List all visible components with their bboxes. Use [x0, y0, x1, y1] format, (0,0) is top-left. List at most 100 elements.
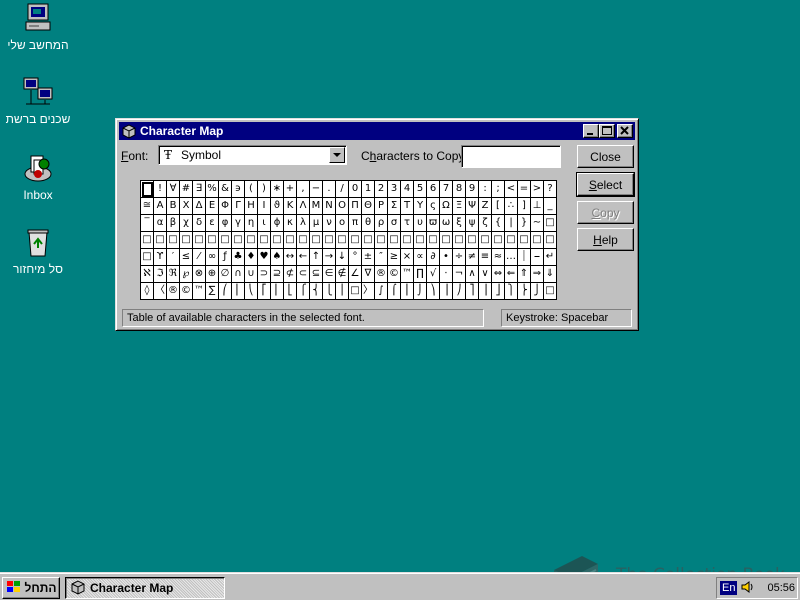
character-cell[interactable]: Ω [440, 198, 453, 215]
character-cell[interactable]: ⁄ [193, 249, 206, 266]
character-cell[interactable]: □ [245, 232, 258, 249]
character-cell[interactable]: □ [336, 232, 349, 249]
character-cell[interactable]: □ [219, 232, 232, 249]
character-cell[interactable]: Ν [323, 198, 336, 215]
character-cell[interactable]: ♠ [271, 249, 284, 266]
character-cell[interactable]: □ [258, 232, 271, 249]
character-cell[interactable]: □ [349, 232, 362, 249]
character-cell[interactable]: ⎪ [336, 283, 349, 300]
character-cell[interactable]: ) [258, 181, 271, 198]
character-cell[interactable]: □ [284, 232, 297, 249]
character-cell[interactable]: φ [219, 215, 232, 232]
character-cell[interactable]: □ [505, 232, 518, 249]
character-cell[interactable]: 6 [427, 181, 440, 198]
character-cell[interactable]: | [505, 215, 518, 232]
character-cell[interactable]: □ [206, 232, 219, 249]
character-cell[interactable]: ♦ [245, 249, 258, 266]
character-cell[interactable]: ↔ [284, 249, 297, 266]
character-cell[interactable]: ∇ [362, 266, 375, 283]
volume-icon[interactable] [741, 580, 755, 597]
character-cell[interactable]: Μ [310, 198, 323, 215]
character-cell[interactable]: □ [141, 232, 154, 249]
character-cell[interactable]: λ [297, 215, 310, 232]
character-cell[interactable]: ≥ [388, 249, 401, 266]
character-cell[interactable]: □ [492, 232, 505, 249]
character-cell[interactable]: Ρ [375, 198, 388, 215]
character-cell[interactable]: ∀ [167, 181, 180, 198]
character-cell[interactable]: ⊃ [258, 266, 271, 283]
character-cell[interactable]: ≠ [466, 249, 479, 266]
character-cell[interactable]: ϑ [271, 198, 284, 215]
character-cell[interactable]: × [401, 249, 414, 266]
character-cell[interactable]: τ [401, 215, 414, 232]
character-cell[interactable]: < [505, 181, 518, 198]
character-cell[interactable]: 9 [466, 181, 479, 198]
character-cell[interactable]: ∃ [193, 181, 206, 198]
character-cell[interactable]: ς [427, 198, 440, 215]
close-window-button[interactable] [617, 124, 633, 138]
character-cell[interactable]: • [440, 249, 453, 266]
character-cell[interactable]: Π [349, 198, 362, 215]
character-cell[interactable]: ⎫ [505, 283, 518, 300]
character-cell[interactable]: ® [375, 266, 388, 283]
character-cell[interactable]: ® [167, 283, 180, 300]
character-cell[interactable]: ∠ [349, 266, 362, 283]
character-cell[interactable]: ◊ [141, 283, 154, 300]
character-cell[interactable]: □ [193, 232, 206, 249]
character-cell[interactable]: ⇑ [518, 266, 531, 283]
character-cell[interactable]: □ [531, 232, 544, 249]
character-cell[interactable]: 2 [375, 181, 388, 198]
character-cell[interactable]: ∑ [206, 283, 219, 300]
character-cell[interactable]: ⎭ [531, 283, 544, 300]
character-cell[interactable]: ⊥ [531, 198, 544, 215]
character-cell[interactable]: α [154, 215, 167, 232]
desktop-icon-inbox[interactable]: Inbox [0, 152, 76, 202]
help-button[interactable]: Help [577, 228, 634, 251]
character-cell[interactable]: . [323, 181, 336, 198]
character-cell[interactable]: , [297, 181, 310, 198]
character-cell[interactable]: ∅ [219, 266, 232, 283]
character-cell[interactable]: χ [180, 215, 193, 232]
character-cell[interactable]: κ [284, 215, 297, 232]
character-cell[interactable]: ; [492, 181, 505, 198]
character-cell[interactable]: γ [232, 215, 245, 232]
character-cell[interactable]: □ [388, 232, 401, 249]
character-cell[interactable]: ! [154, 181, 167, 198]
character-cell[interactable]: ƒ [219, 249, 232, 266]
character-cell[interactable]: Η [245, 198, 258, 215]
character-cell[interactable]: ⇒ [531, 266, 544, 283]
character-cell[interactable]: ♥ [258, 249, 271, 266]
character-cell[interactable]: ⎨ [310, 283, 323, 300]
character-cell[interactable]: Υ [414, 198, 427, 215]
character-cell[interactable]: ′ [167, 249, 180, 266]
character-cell[interactable]: 0 [349, 181, 362, 198]
character-cell[interactable]: □ [401, 232, 414, 249]
character-cell[interactable]: □ [453, 232, 466, 249]
character-cell[interactable]: ∈ [323, 266, 336, 283]
character-cell[interactable]: ⎝ [245, 283, 258, 300]
character-cell[interactable]: ℑ [154, 266, 167, 283]
character-cell[interactable]: ϶ [232, 181, 245, 198]
character-cell[interactable]: ⎞ [427, 283, 440, 300]
character-cell[interactable]: ∉ [336, 266, 349, 283]
character-cell[interactable]: π [349, 215, 362, 232]
character-cell[interactable]: = [518, 181, 531, 198]
character-cell[interactable]: ⎦ [492, 283, 505, 300]
character-cell[interactable]: δ [193, 215, 206, 232]
character-cell[interactable]: □ [427, 232, 440, 249]
character-cell[interactable]: □ [440, 232, 453, 249]
character-cell[interactable]: 1 [362, 181, 375, 198]
character-cell[interactable]: □ [141, 249, 154, 266]
character-map-app-icon[interactable] [121, 123, 137, 139]
title-bar[interactable]: Character Map [119, 122, 635, 140]
font-dropdown[interactable]: Ŧ Symbol [158, 145, 347, 165]
character-cell[interactable]: } [518, 215, 531, 232]
character-cell[interactable]: ∞ [206, 249, 219, 266]
character-cell[interactable]: ≈ [492, 249, 505, 266]
font-dropdown-arrow[interactable] [329, 147, 345, 163]
character-cell[interactable]: ♣ [232, 249, 245, 266]
character-cell[interactable]: ∫ [375, 283, 388, 300]
character-cell[interactable]: ⎛ [219, 283, 232, 300]
character-cell[interactable]: Χ [180, 198, 193, 215]
character-cell[interactable]: β [167, 215, 180, 232]
